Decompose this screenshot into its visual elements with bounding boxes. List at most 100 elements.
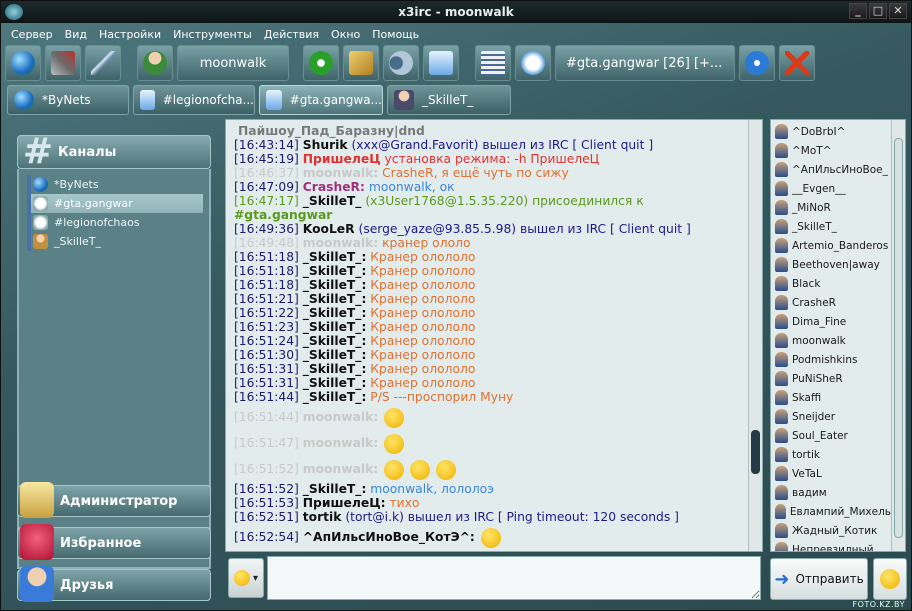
user-list-item[interactable]: _SkilleT_: [775, 217, 891, 236]
menu-settings[interactable]: Настройки: [93, 25, 167, 45]
chat-nick[interactable]: _SkilleT_:: [303, 264, 367, 278]
chat-nick[interactable]: moonwalk:: [303, 410, 378, 424]
user-list-item[interactable]: Artemio_Banderos: [775, 236, 891, 255]
user-list-item[interactable]: VeTaL: [775, 464, 891, 483]
channel-item-skillet[interactable]: _SkilleT_: [27, 232, 203, 251]
chat-timestamp: [16:51:44]: [234, 390, 299, 404]
chat-line: [16:47:17] _SkilleT_ (x3User1768@1.5.35.…: [234, 194, 744, 208]
user-button[interactable]: [137, 45, 173, 81]
tab-skillet[interactable]: _SkilleT_: [387, 85, 511, 115]
user-list-item[interactable]: _MiNoR: [775, 198, 891, 217]
user-list-item[interactable]: CrasheR: [775, 293, 891, 312]
user-list-item[interactable]: Soul_Eater: [775, 426, 891, 445]
user-list-item[interactable]: Евлампий_Михель: [775, 502, 891, 521]
chat-scrollbar[interactable]: [748, 120, 762, 551]
favorites-button[interactable]: Избранное: [17, 524, 211, 560]
user-list-item[interactable]: Black: [775, 274, 891, 293]
channel-item-legionofchaos[interactable]: #legionofchaos: [27, 213, 203, 232]
channel-info[interactable]: #gta.gangwar [26] [+...: [555, 45, 735, 81]
chat-nick[interactable]: _SkilleT_:: [303, 292, 367, 306]
user-list-item[interactable]: Непревзилный: [775, 540, 891, 551]
minimize-button[interactable]: _: [849, 3, 867, 19]
chat-nick[interactable]: _SkilleT_:: [303, 320, 367, 334]
user-list-item[interactable]: Beethoven|away: [775, 255, 891, 274]
admin-button[interactable]: Администратор: [17, 482, 211, 518]
tab-gta-gangwar[interactable]: #gta.gangwa...: [259, 85, 383, 115]
chat-nick[interactable]: ПришелеЦ:: [303, 496, 386, 510]
chat-area[interactable]: Пайшоу_Пад_Баразну|dnd [16:43:14] Shurik …: [225, 119, 763, 552]
chat-nick[interactable]: _SkilleT_:: [303, 334, 367, 348]
channel-item-bynets[interactable]: *ByNets: [27, 175, 203, 194]
send-button[interactable]: ➜ Отправить: [770, 558, 868, 600]
edit-button[interactable]: [85, 45, 121, 81]
notify-button[interactable]: [423, 45, 459, 81]
user-list-item[interactable]: Dima_Fine: [775, 312, 891, 331]
message-input[interactable]: [267, 556, 761, 600]
chat-nick[interactable]: _SkilleT_:: [303, 390, 367, 404]
close-button[interactable]: ✕: [889, 3, 907, 19]
chat-nick[interactable]: ПришелеЦ: [303, 152, 381, 166]
tab-legionofchaos[interactable]: #legionofcha...: [133, 85, 255, 115]
chat-nick[interactable]: _SkilleT_:: [303, 376, 367, 390]
chat-nick[interactable]: CrasheR:: [303, 180, 365, 194]
user-list-item[interactable]: tortik: [775, 445, 891, 464]
chat-nick[interactable]: _SkilleT_:: [303, 306, 367, 320]
chat-nick[interactable]: _SkilleT_:: [303, 482, 367, 496]
chat-nick[interactable]: _SkilleT_: [303, 194, 362, 208]
tab-bynets[interactable]: *ByNets: [7, 85, 129, 115]
users-scrollbar[interactable]: [891, 120, 905, 551]
connect-button[interactable]: [5, 45, 41, 81]
menu-help[interactable]: Помощь: [366, 25, 425, 45]
menu-server[interactable]: Сервер: [5, 25, 59, 45]
info-button[interactable]: [739, 45, 775, 81]
settings-button[interactable]: [45, 45, 81, 81]
globe-icon: [14, 90, 34, 110]
chat-nick[interactable]: _SkilleT_:: [303, 362, 367, 376]
chat-nick[interactable]: moonwalk:: [303, 462, 378, 476]
user-list-item[interactable]: Жадный_Котик: [775, 521, 891, 540]
up-button[interactable]: [303, 45, 339, 81]
user-list-item[interactable]: вадим: [775, 483, 891, 502]
user-icon: [775, 276, 788, 291]
chat-nick[interactable]: ^АпИльсИноВое_КотЭ^:: [303, 530, 475, 544]
user-list-item[interactable]: Skaffi: [775, 388, 891, 407]
menu-window[interactable]: Окно: [325, 25, 366, 45]
user-list-item[interactable]: moonwalk: [775, 331, 891, 350]
channels-header[interactable]: # Каналы: [17, 134, 211, 170]
nick-display[interactable]: moonwalk: [177, 45, 289, 81]
user-list-item[interactable]: Podmishkins: [775, 350, 891, 369]
channel-item-gta-gangwar[interactable]: #gta.gangwar: [27, 194, 203, 213]
chat-nick[interactable]: KooLeR: [303, 222, 355, 236]
scroll-thumb[interactable]: [894, 138, 903, 538]
user-list-item[interactable]: ^MoT^: [775, 141, 891, 160]
close-channel-button[interactable]: [779, 45, 815, 81]
chat-nick[interactable]: _SkilleT_:: [303, 278, 367, 292]
chat-nick[interactable]: tortik: [303, 510, 342, 524]
user-icon: [775, 352, 788, 367]
chat-nick[interactable]: moonwalk:: [303, 436, 378, 450]
user-list-item[interactable]: Sneijder: [775, 407, 891, 426]
notes-button[interactable]: [343, 45, 379, 81]
menu-view[interactable]: Вид: [59, 25, 93, 45]
menu-actions[interactable]: Действия: [258, 25, 325, 45]
smiley-picker-button[interactable]: ▾: [228, 558, 264, 598]
user-list-item[interactable]: ^DoBrbI^: [775, 122, 891, 141]
chat-bubble-button[interactable]: [515, 45, 551, 81]
chat-nick[interactable]: moonwalk:: [303, 166, 378, 180]
user-list-item[interactable]: ^АпИльсИноВое_: [775, 160, 891, 179]
friends-button[interactable]: Друзья: [17, 566, 211, 602]
user-nick: VeTaL: [792, 467, 822, 480]
user-list-item[interactable]: __Evgen__: [775, 179, 891, 198]
user-list-item[interactable]: PuNiSheR: [775, 369, 891, 388]
smiley-icon: [384, 459, 405, 480]
chat-nick[interactable]: _SkilleT_:: [303, 348, 367, 362]
sound-button[interactable]: [383, 45, 419, 81]
chat-nick[interactable]: moonwalk:: [303, 236, 378, 250]
scroll-thumb[interactable]: [751, 430, 760, 474]
chat-nick[interactable]: _SkilleT_:: [303, 250, 367, 264]
user-options-button[interactable]: [873, 558, 907, 600]
chat-nick[interactable]: Shurik: [303, 138, 348, 152]
channel-list-button[interactable]: [475, 45, 511, 81]
menu-tools[interactable]: Инструменты: [167, 25, 258, 45]
maximize-button[interactable]: □: [869, 3, 887, 19]
